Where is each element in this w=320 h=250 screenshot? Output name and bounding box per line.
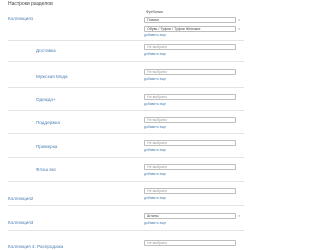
add-more-link[interactable]: добавить еще [144,33,166,37]
add-more-link[interactable]: добавить еще [144,77,166,81]
remove-icon[interactable]: × [238,26,240,31]
label-clothing: Одежда+ [36,97,56,102]
add-more-link[interactable]: добавить еще [144,148,166,152]
label-collection3: Коллекция3 [8,220,34,225]
divider [8,61,244,62]
label-flash: Флэш вкс [36,167,57,172]
divider [8,181,244,182]
remove-icon[interactable]: × [238,17,240,22]
add-more-link[interactable]: добавить еще [144,221,166,225]
section-title: Настроки разделов [8,1,53,7]
selected-value: Обувь / Туфли / Туфли Женские [147,27,201,31]
label-collection1: Коллекция1 [8,16,34,21]
settings-page: Настроки разделов Коллекция1 Футболки Пл… [0,0,250,250]
divider [8,205,244,206]
select-collection1-shoes[interactable]: Обувь / Туфли / Туфли Женские [144,26,236,32]
divider [8,230,244,231]
add-more-link[interactable]: добавить еще [144,196,166,200]
add-more-link[interactable]: добавить еще [144,172,166,176]
label-collection2: Коллекция2 [8,196,34,201]
selected-value: Платье [147,18,160,22]
select-collection2[interactable]: Не выбрано [144,188,236,194]
tag-tshirts: Футболки [146,10,163,14]
select-support[interactable]: Не выбрано [144,117,236,123]
select-collection3[interactable]: Штаны [144,213,236,219]
add-more-link[interactable]: добавить еще [144,125,166,129]
label-delivery: Доставка [36,48,56,53]
add-more-link[interactable]: добавить еще [144,102,166,106]
selected-value: Штаны [147,214,159,218]
label-collection4: Коллекция 4: Распродажа [8,244,64,249]
divider [8,133,244,134]
select-collection1-dress[interactable]: Платье [144,17,236,23]
add-more-link[interactable]: добавить еще [144,52,166,56]
select-delivery[interactable]: Не выбрано [144,44,236,50]
select-mens-fashion[interactable]: Не выбрано [144,69,236,75]
label-support: Поддержка [36,120,60,125]
divider [8,87,244,88]
divider [8,110,244,111]
select-collection4[interactable]: Не выбрано [144,240,236,246]
remove-icon[interactable]: × [238,213,240,218]
divider [8,40,244,41]
select-fitting[interactable]: Не выбрано [144,140,236,146]
label-mens-fashion: Мужская Мода [36,74,68,79]
select-flash[interactable]: Не выбрано [144,164,236,170]
divider [8,157,244,158]
select-clothing[interactable]: Не выбрано [144,94,236,100]
label-fitting: Примерка [36,144,58,149]
